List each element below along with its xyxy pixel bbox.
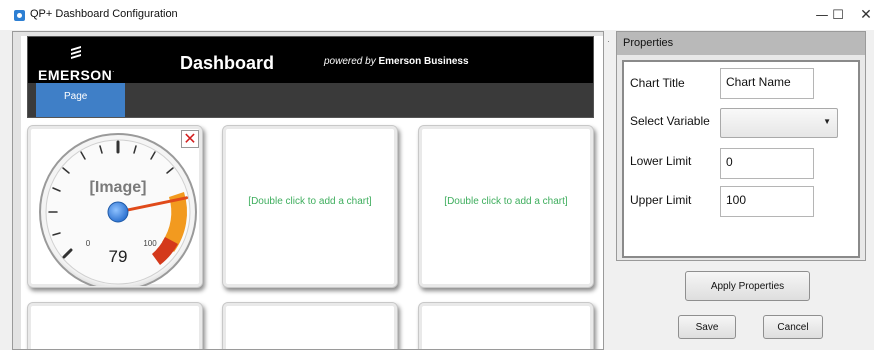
right-scroll-edge xyxy=(866,31,874,350)
gauge-chart: [Image] 0 100 79 xyxy=(39,133,197,286)
add-chart-hint: [Double click to add a chart] xyxy=(444,196,568,207)
title-bar: QP+ Dashboard Configuration — ☐ ✕ xyxy=(0,0,874,30)
panel-splitter[interactable]: · xyxy=(604,31,616,350)
select-variable-dropdown[interactable]: ▼ xyxy=(720,108,838,138)
chevron-down-icon: ▼ xyxy=(823,117,831,126)
chart-tile-empty[interactable] xyxy=(27,302,203,349)
app-icon xyxy=(14,10,25,21)
lower-limit-label: Lower Limit xyxy=(630,154,692,168)
window-title: QP+ Dashboard Configuration xyxy=(30,8,178,20)
upper-limit-field[interactable]: 100 xyxy=(720,186,814,217)
gauge-min-label: 0 xyxy=(86,239,91,248)
nav-bar: Page xyxy=(28,83,593,117)
close-window-button[interactable]: ✕ xyxy=(856,6,874,24)
emerson-logo-mark-icon xyxy=(71,46,81,59)
properties-header: Properties xyxy=(617,32,865,55)
chart-tile-empty[interactable] xyxy=(418,302,594,349)
splitter-grip-icon: · xyxy=(607,36,610,46)
chart-tile-gauge[interactable]: [Image] 0 100 79 ✕ xyxy=(27,125,203,288)
cancel-button[interactable]: Cancel xyxy=(763,315,823,339)
chart-tile-empty[interactable]: [Double click to add a chart] xyxy=(418,125,594,288)
gauge-max-label: 100 xyxy=(143,239,157,248)
gauge-hub xyxy=(107,201,129,223)
dashboard-config-window: QP+ Dashboard Configuration — ☐ ✕ EMERSO… xyxy=(0,0,874,350)
add-chart-hint: [Double click to add a chart] xyxy=(248,196,372,207)
maximize-button[interactable]: ☐ xyxy=(828,6,848,24)
emerson-logo: EMERSON. xyxy=(38,67,115,83)
delete-chart-button[interactable]: ✕ xyxy=(181,130,199,148)
apply-properties-button[interactable]: Apply Properties xyxy=(685,271,810,301)
dashboard-title: Dashboard xyxy=(180,53,275,73)
properties-form: Chart Title Chart Name Select Variable ▼… xyxy=(622,60,860,258)
chart-tile-empty[interactable] xyxy=(222,302,398,349)
lower-limit-field[interactable]: 0 xyxy=(720,148,814,179)
properties-panel: Properties Chart Title Chart Name Select… xyxy=(616,31,866,261)
chart-title-label: Chart Title xyxy=(630,76,685,90)
save-button[interactable]: Save xyxy=(678,315,736,339)
logo-text: EMERSON xyxy=(38,67,113,83)
chart-tile-empty[interactable]: [Double click to add a chart] xyxy=(222,125,398,288)
gauge-value: 79 xyxy=(109,247,128,266)
chart-title-field[interactable]: Chart Name xyxy=(720,68,814,99)
powered-by: powered by Emerson Business xyxy=(324,56,469,67)
dashboard-header: EMERSON. Dashboard powered by Emerson Bu… xyxy=(27,36,594,118)
dashboard-canvas: EMERSON. Dashboard powered by Emerson Bu… xyxy=(12,31,604,350)
nav-tab-page[interactable]: Page xyxy=(36,83,125,117)
powered-by-prefix: powered by xyxy=(324,56,376,67)
close-icon: ✕ xyxy=(183,129,197,148)
select-variable-label: Select Variable xyxy=(630,114,710,128)
gauge-image-label: [Image] xyxy=(90,179,147,196)
logo-tm: . xyxy=(112,67,115,74)
upper-limit-label: Upper Limit xyxy=(630,193,692,207)
powered-by-company: Emerson Business xyxy=(378,56,469,67)
